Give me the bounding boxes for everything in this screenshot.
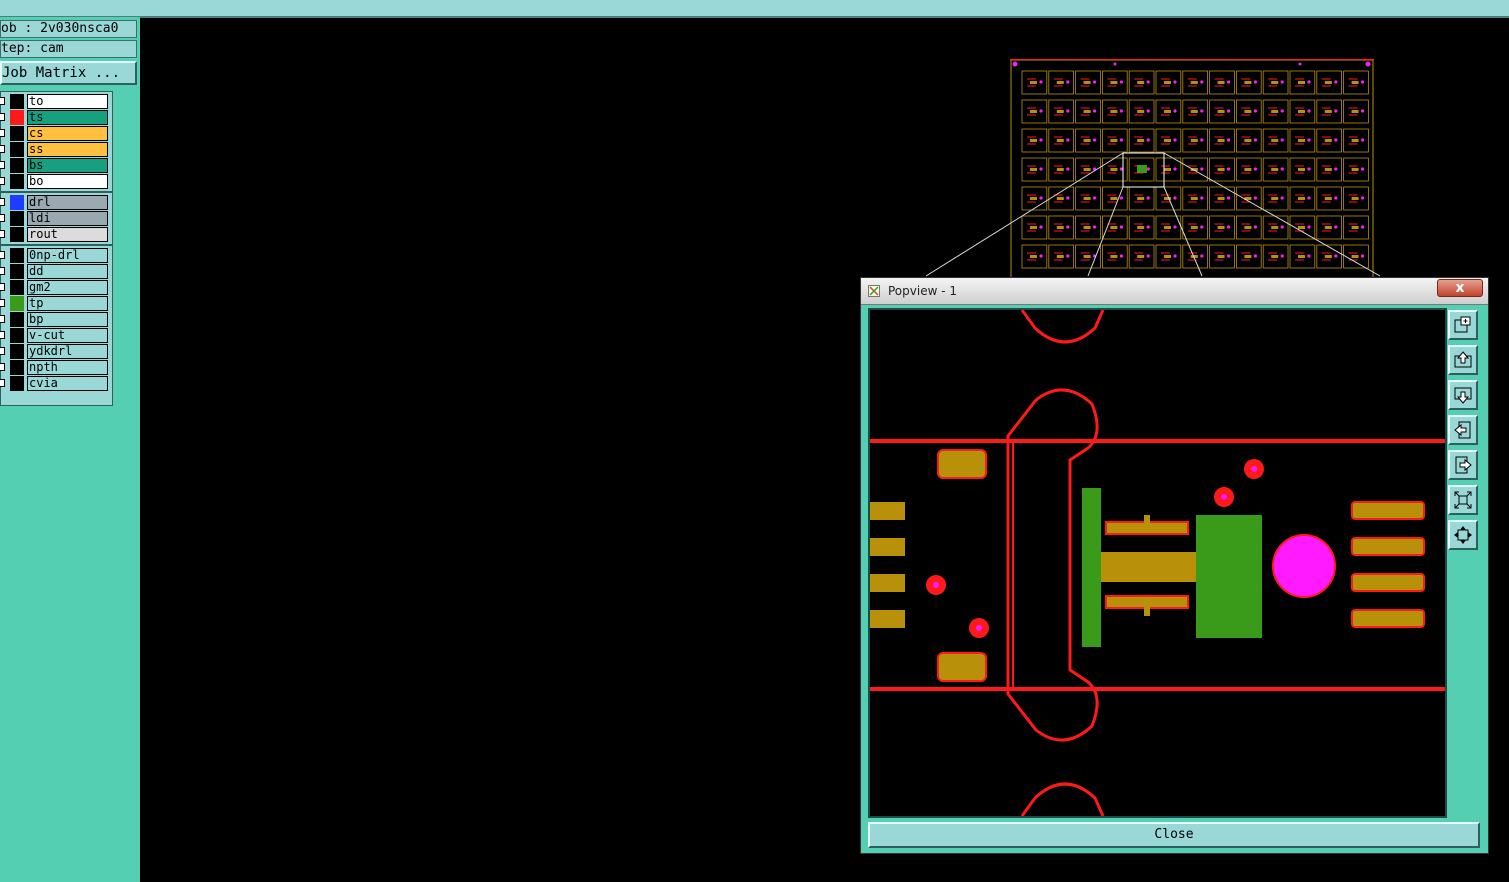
mounting-hole xyxy=(1272,534,1336,598)
pan-right-button[interactable] xyxy=(1448,450,1478,480)
via-1-hole xyxy=(933,582,939,588)
zoom-box-button[interactable] xyxy=(1448,310,1478,340)
popview-toolbar xyxy=(1445,308,1482,588)
copper-left-bar xyxy=(1082,488,1101,647)
popview-title: Popview - 1 xyxy=(888,284,957,298)
popview-window: Popview - 1 x Close xyxy=(860,277,1489,854)
close-button[interactable]: Close xyxy=(868,822,1480,848)
pad-strip-bottom-tab xyxy=(1144,606,1150,616)
pad-lower-left xyxy=(937,652,987,682)
pad-upper-left xyxy=(937,449,987,479)
pad-edge-4 xyxy=(870,610,905,628)
zoom-box-icon xyxy=(1454,316,1471,333)
via-4-hole xyxy=(1251,466,1257,472)
route-arc-top xyxy=(1020,309,1105,344)
pan-left-icon xyxy=(1454,421,1471,439)
pcb-zoom-graphic xyxy=(870,309,1445,817)
zoom-in-icon xyxy=(1454,526,1472,544)
pad-strip-top-tab xyxy=(1144,515,1150,525)
window-icon xyxy=(868,285,880,297)
pan-up-icon xyxy=(1454,351,1472,368)
window-close-button[interactable]: x xyxy=(1437,279,1483,297)
pan-left-button[interactable] xyxy=(1448,415,1478,445)
via-3-hole xyxy=(1221,494,1227,500)
popview-titlebar[interactable]: Popview - 1 x xyxy=(861,278,1488,305)
route-arc-bottom xyxy=(1020,782,1105,817)
pad-edge-1 xyxy=(870,502,905,520)
component-body xyxy=(1101,552,1196,582)
pad-right-4 xyxy=(1351,609,1425,628)
via-2-hole xyxy=(976,625,982,631)
zoom-out-icon xyxy=(1454,491,1472,509)
pan-down-icon xyxy=(1454,387,1472,404)
copper-right-block xyxy=(1196,515,1262,638)
pad-right-2 xyxy=(1351,537,1425,556)
pad-edge-2 xyxy=(870,538,905,556)
zoom-in-button[interactable] xyxy=(1448,520,1478,550)
pad-right-3 xyxy=(1351,573,1425,592)
pad-edge-3 xyxy=(870,574,905,592)
zoom-out-button[interactable] xyxy=(1448,485,1478,515)
pan-right-icon xyxy=(1455,456,1472,474)
pan-up-button[interactable] xyxy=(1448,345,1478,375)
pan-down-button[interactable] xyxy=(1448,380,1478,410)
pad-right-1 xyxy=(1351,501,1425,520)
popview-canvas[interactable] xyxy=(868,308,1447,818)
